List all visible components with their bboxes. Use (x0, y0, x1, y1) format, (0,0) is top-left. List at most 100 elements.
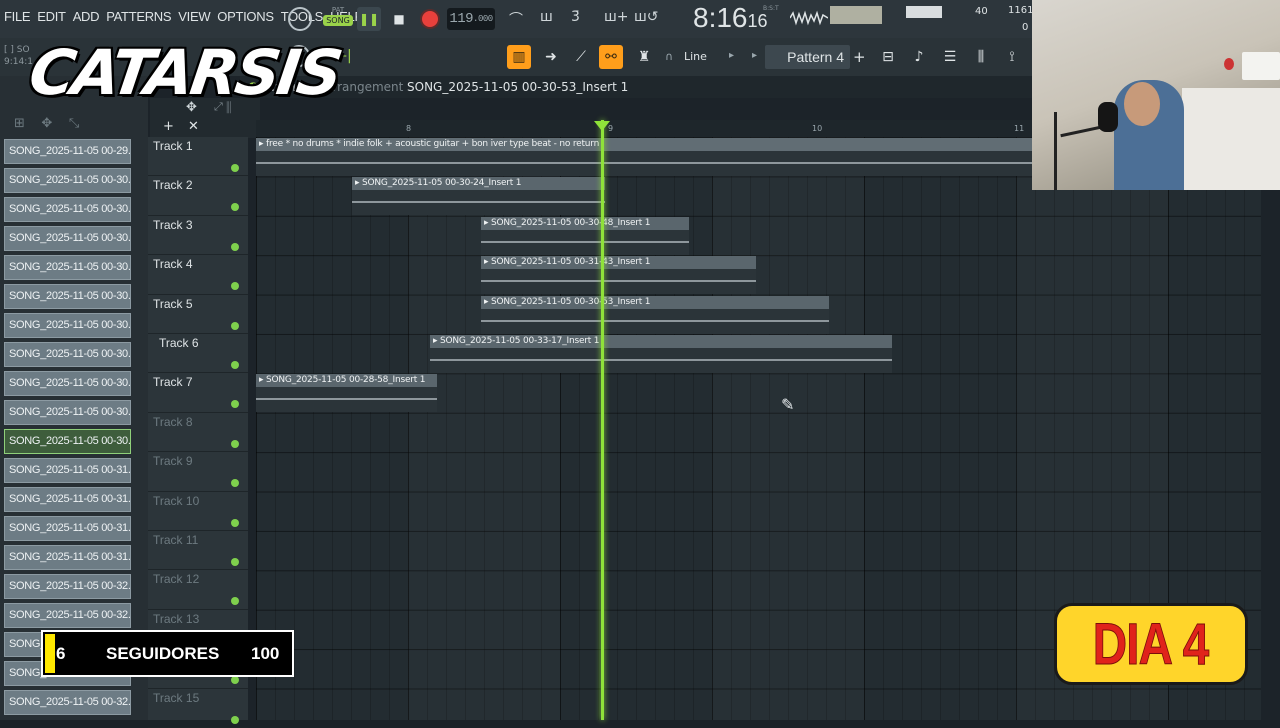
clip-play-icon: ▸ (355, 178, 362, 189)
track-name[interactable]: Track 1 (153, 139, 193, 153)
track-mute-led[interactable] (231, 479, 239, 488)
piano-roll-button[interactable]: ▥ (507, 45, 531, 69)
browser-clip-item[interactable]: SONG_2025-11-05 00-32... (4, 690, 131, 715)
track-name[interactable]: Track 9 (153, 454, 193, 468)
track-mute-led[interactable] (231, 439, 239, 448)
browser-clip-item[interactable]: SONG_2025-11-05 00-29... (4, 139, 131, 164)
menu-add[interactable]: ADD (73, 9, 100, 24)
menu-edit[interactable]: EDIT (37, 9, 66, 24)
audio-clip[interactable]: ▸ free * no drums * indie folk + acousti… (256, 138, 1032, 176)
stamp-icon: ♜ (637, 49, 651, 65)
track-name[interactable]: Track 15 (153, 691, 199, 705)
audio-clip-waveform (256, 387, 437, 413)
browser-clip-item[interactable]: SONG_2025-11-05 00-30... (4, 168, 131, 193)
track-separator (148, 530, 248, 531)
menu-options[interactable]: OPTIONS (217, 9, 274, 24)
audio-clip[interactable]: ▸ SONG_2025-11-05 00-30-53_Insert 1 (481, 295, 829, 334)
playhead[interactable] (601, 120, 604, 720)
menu-view[interactable]: VIEW (178, 9, 210, 24)
song-position-clock[interactable]: 8:1616 (693, 2, 768, 34)
arrow-button[interactable]: ➜ (539, 45, 563, 69)
browser-clip-item[interactable]: SONG_2025-11-05 00-32... (4, 574, 131, 599)
piano-roll-view-button[interactable]: ♪ (907, 45, 931, 69)
tempo-display[interactable]: 119.000 (447, 8, 495, 30)
track-mute-led[interactable] (231, 676, 239, 685)
track-name[interactable]: Track 3 (153, 218, 193, 232)
browser-clip-item[interactable]: SONG_2025-11-05 00-30... (4, 371, 131, 396)
metronome-icon[interactable]: ⌒ (509, 9, 523, 29)
browser-toolbar: ⊞ ✥ ⤡ (14, 116, 80, 131)
browser-clip-item[interactable]: SONG_2025-11-05 00-30... (4, 284, 131, 309)
mixer-button[interactable]: ⫼ (969, 45, 993, 69)
magnet-icon[interactable]: ∩ (665, 50, 673, 63)
close-icon[interactable]: ✕ (188, 119, 199, 134)
plugin-picker-button[interactable]: ⟟ (1000, 45, 1024, 69)
master-pitch-knob[interactable] (288, 7, 312, 31)
browser-clip-item[interactable]: SONG_2025-11-05 00-30... (4, 255, 131, 280)
track-mute-led[interactable] (231, 242, 239, 251)
audio-clip[interactable]: ▸ SONG_2025-11-05 00-31-43_Insert 1 (481, 256, 756, 295)
followers-counter: 6 SEGUIDORES 100 (41, 630, 294, 677)
menu-patterns[interactable]: PATTERNS (106, 9, 171, 24)
browser-clip-item[interactable]: SONG_2025-11-05 00-30... (4, 226, 131, 251)
browser-clip-item[interactable]: SONG_2025-11-05 00-32... (4, 603, 131, 628)
track-name[interactable]: Track 10 (153, 494, 199, 508)
track-name[interactable]: Track 5 (153, 297, 193, 311)
add-pattern-icon[interactable]: + (853, 48, 866, 66)
track-mute-led[interactable] (231, 361, 239, 369)
stamp-button[interactable]: ♜ (632, 45, 656, 69)
audio-clip[interactable]: ▸ SONG_2025-11-05 00-30-24_Insert 1 (352, 177, 605, 216)
audio-clip[interactable]: ▸ SONG_2025-11-05 00-30-48_Insert 1 (481, 216, 689, 255)
track-name[interactable]: Track 4 (153, 257, 193, 271)
track-name[interactable]: Track 6 (159, 336, 199, 350)
track-name[interactable]: Track 12 (153, 572, 199, 586)
clock-unit: B:S:T (763, 5, 779, 12)
browser-clip-item[interactable]: SONG_2025-11-05 00-31... (4, 516, 131, 541)
track-separator (148, 333, 248, 334)
add-track-icon[interactable]: + (163, 119, 174, 134)
step-edit-icon[interactable]: ш+ (604, 9, 629, 25)
countdown-icon[interactable]: 3̄ (571, 9, 580, 25)
track-mute-led[interactable] (231, 203, 239, 212)
wait-record-icon[interactable]: ш (540, 9, 553, 25)
track-name[interactable]: Track 7 (153, 375, 193, 389)
draw-tool-button[interactable]: ⟋ (569, 45, 593, 69)
browser-clip-item[interactable]: SONG_2025-11-05 00-31... (4, 487, 131, 512)
audio-clip[interactable]: ▸ SONG_2025-11-05 00-28-58_Insert 1 (256, 374, 437, 413)
track-mute-led[interactable] (231, 518, 239, 527)
browser-clip-item[interactable]: SONG_2025-11-05 00-30... (4, 313, 131, 338)
track-mute-led[interactable] (231, 164, 239, 172)
track-mute-led[interactable] (231, 282, 239, 291)
track-name[interactable]: Track 8 (153, 415, 193, 429)
channel-rack-button[interactable]: ☰ (938, 45, 962, 69)
browser-clip-item[interactable]: SONG_2025-11-05 00-30... (4, 400, 131, 425)
record-button[interactable] (418, 7, 442, 31)
audio-clip[interactable]: ▸ SONG_2025-11-05 00-33-17_Insert 1 (430, 335, 892, 373)
snap-arrow-icon[interactable]: ▸ (729, 50, 734, 61)
browser-clip-item[interactable]: SONG_2025-11-05 00-30... (4, 342, 131, 367)
track-mute-led[interactable] (231, 558, 239, 566)
track-name[interactable]: Track 11 (153, 533, 198, 547)
link-button[interactable]: ⚯ (599, 45, 623, 69)
track-name[interactable]: Track 13 (153, 612, 199, 626)
pause-button[interactable]: ❚❚ (357, 7, 381, 31)
track-mute-led[interactable] (231, 597, 239, 606)
stop-button[interactable]: ■ (387, 7, 411, 31)
browser-clip-item[interactable]: SONG_2025-11-05 00-31... (4, 545, 131, 570)
track-separator (148, 214, 248, 216)
snap-selector[interactable]: Line (684, 50, 707, 63)
track-mute-led[interactable] (231, 321, 239, 330)
pat-song-toggle[interactable]: PAT SONG (323, 6, 353, 32)
playlist-view-button[interactable]: ⊟ (876, 45, 900, 69)
loop-record-icon[interactable]: ш↺ (634, 9, 659, 25)
browser-clip-item[interactable]: SONG_2025-11-05 00-30... (4, 429, 131, 454)
audio-clip-label: ▸ SONG_2025-11-05 00-30-24_Insert 1 (352, 177, 605, 191)
menu-file[interactable]: FILE (4, 9, 31, 24)
pattern-prev-icon[interactable]: ▸ (752, 50, 757, 61)
track-name[interactable]: Track 2 (153, 178, 193, 192)
browser-clip-item[interactable]: SONG_2025-11-05 00-31... (4, 458, 131, 483)
track-mute-led[interactable] (231, 400, 239, 409)
pattern-selector[interactable]: Pattern 4 (765, 45, 850, 69)
browser-clip-item[interactable]: SONG_2025-11-05 00-30... (4, 197, 131, 222)
clip-play-icon: ▸ (259, 375, 266, 386)
